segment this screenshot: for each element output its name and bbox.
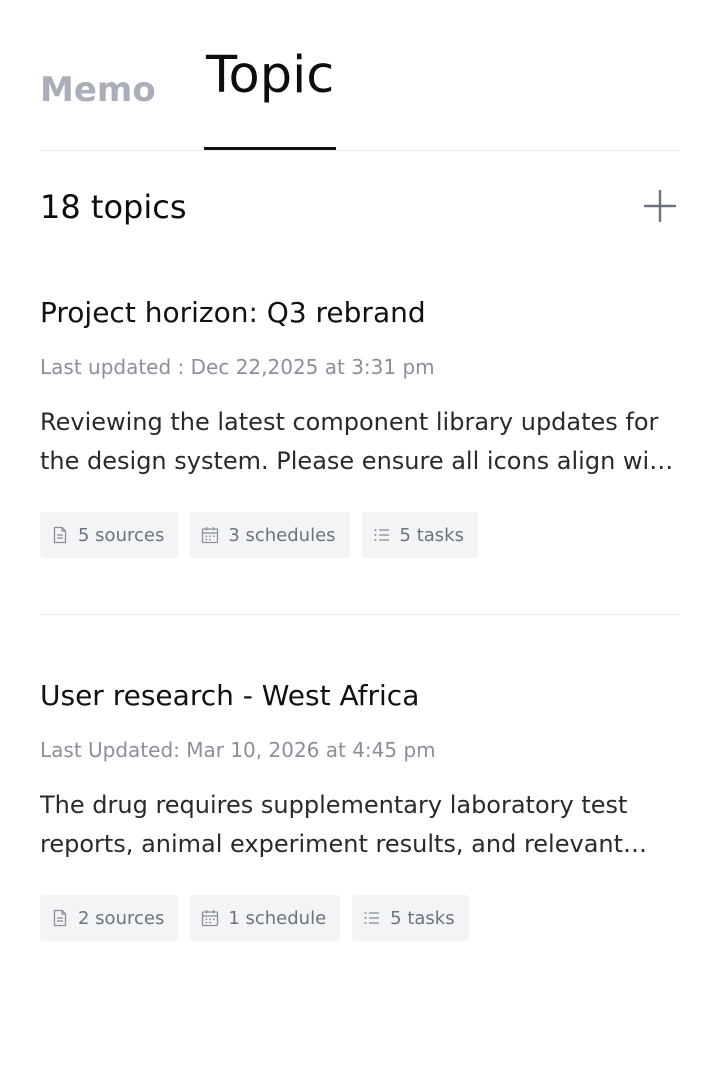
list-icon — [362, 908, 382, 928]
schedules-chip-label: 3 schedules — [228, 524, 336, 546]
topic-updated-timestamp: Last updated : Dec 22,2025 at 3:31 pm — [40, 355, 435, 379]
tab-bar: Memo Topic — [40, 0, 680, 151]
sources-chip[interactable]: 5 sources — [40, 512, 179, 558]
tasks-chip[interactable]: 5 tasks — [361, 512, 478, 558]
tasks-chip-label: 5 tasks — [390, 907, 455, 929]
topics-header: 18 topics — [40, 184, 680, 232]
divider — [40, 614, 680, 615]
schedules-chip[interactable]: 3 schedules — [190, 512, 350, 558]
topic-updated-timestamp: Last Updated: Mar 10, 2026 at 4:45 pm — [40, 738, 436, 762]
tasks-chip-label: 5 tasks — [399, 524, 464, 546]
sources-chip-label: 5 sources — [78, 524, 165, 546]
sources-chip[interactable]: 2 sources — [40, 895, 179, 941]
topic-title[interactable]: User research - West Africa — [40, 679, 419, 712]
schedules-chip-label: 1 schedule — [228, 907, 327, 929]
add-topic-button[interactable] — [642, 188, 678, 224]
topic-title[interactable]: Project horizon: Q3 rebrand — [40, 296, 426, 329]
tab-memo[interactable]: Memo — [40, 70, 156, 110]
topic-chip-row: 2 sources 1 schedule 5 tasks — [40, 895, 469, 941]
document-icon — [50, 908, 70, 928]
plus-icon — [643, 189, 677, 223]
calendar-icon — [200, 525, 220, 545]
schedules-chip[interactable]: 1 schedule — [190, 895, 341, 941]
tab-topic[interactable]: Topic — [204, 46, 337, 150]
topic-count: 18 topics — [40, 188, 187, 226]
calendar-icon — [200, 908, 220, 928]
tasks-chip[interactable]: 5 tasks — [352, 895, 469, 941]
topic-chip-row: 5 sources 3 schedules 5 tasks — [40, 512, 478, 558]
topic-description: The drug requires supplementary laborato… — [40, 791, 628, 858]
list-icon — [372, 525, 392, 545]
document-icon — [50, 525, 70, 545]
topic-description: Reviewing the latest component library u… — [40, 408, 674, 475]
sources-chip-label: 2 sources — [78, 907, 165, 929]
